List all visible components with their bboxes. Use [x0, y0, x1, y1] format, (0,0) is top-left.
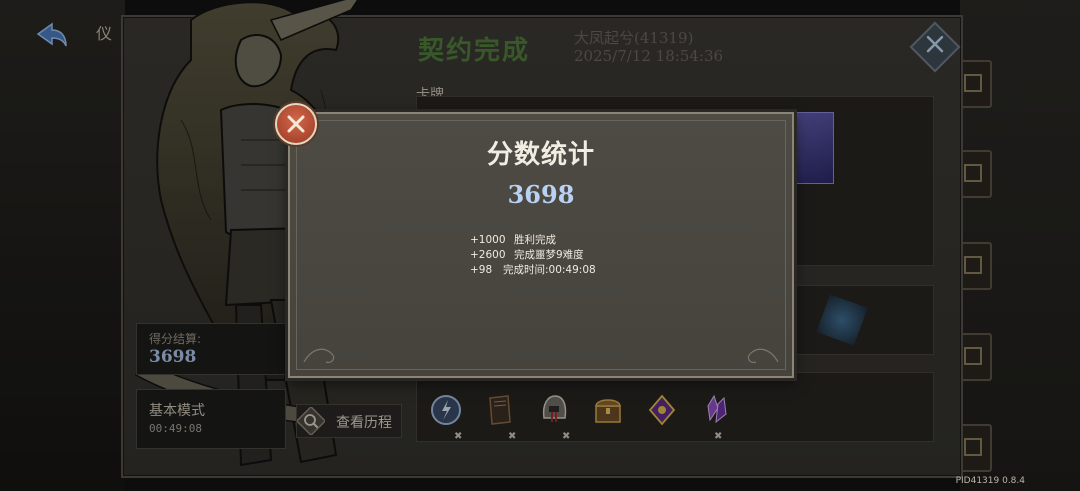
- modal-total-score: 3698: [507, 180, 575, 209]
- close-modal-button[interactable]: [275, 103, 317, 145]
- breakdown-amount: +98: [470, 264, 493, 276]
- corner-ornament: [747, 348, 779, 363]
- corner-ornament: [303, 348, 335, 363]
- score-breakdown: +1000 胜利完成 +2600 完成噩梦9难度 +98 完成时间:00:49:08: [470, 232, 596, 277]
- breakdown-amount: +2600: [470, 249, 506, 261]
- breakdown-label: 完成噩梦9难度: [514, 249, 584, 261]
- close-icon: [287, 115, 305, 133]
- breakdown-amount: +1000: [470, 234, 506, 246]
- version-label: PID41319 0.8.4: [955, 476, 1025, 486]
- breakdown-row: +98 完成时间:00:49:08: [470, 262, 596, 277]
- modal-title: 分数统计: [486, 140, 595, 170]
- breakdown-row: +2600 完成噩梦9难度: [470, 247, 596, 262]
- breakdown-row: +1000 胜利完成: [470, 232, 596, 247]
- breakdown-label: 胜利完成: [514, 234, 556, 246]
- breakdown-label: 完成时间:00:49:08: [503, 264, 596, 276]
- score-stats-modal: 分数统计 3698 +1000 胜利完成 +2600 完成噩梦9难度 +98 完成时间…: [288, 112, 794, 378]
